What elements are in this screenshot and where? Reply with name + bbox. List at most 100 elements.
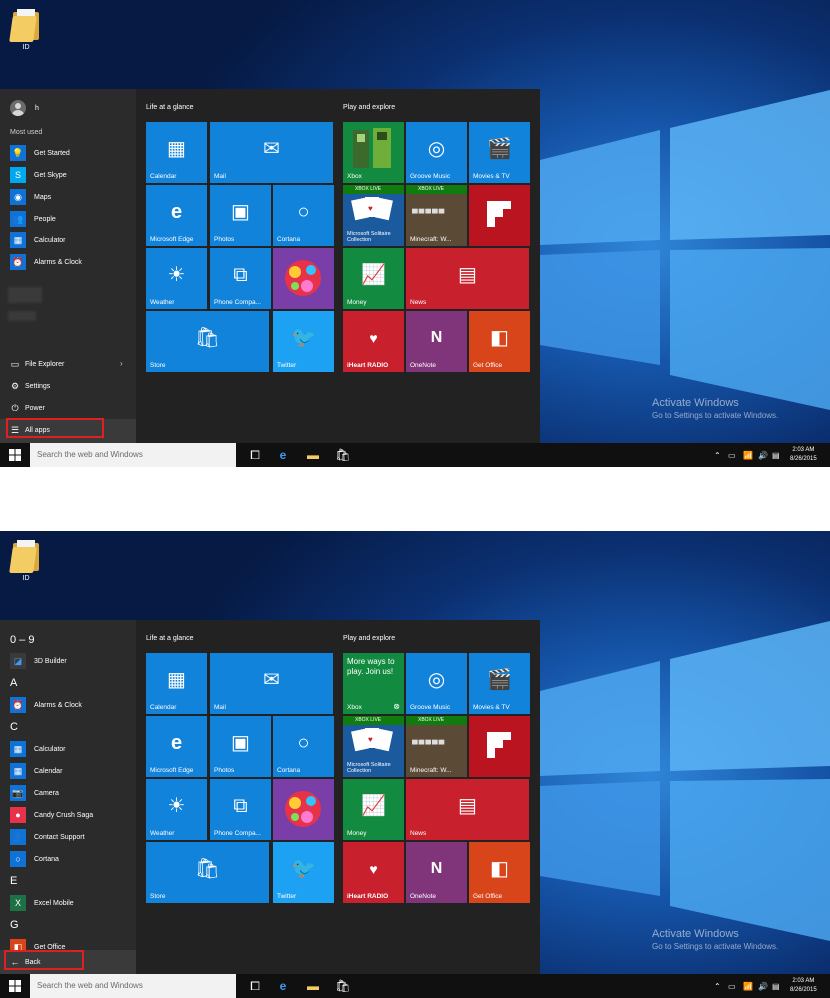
tile-solitaire[interactable]: XBOX LIVE ♥ Microsoft Solitaire Collecti…	[343, 185, 404, 246]
power-item[interactable]: ⏻ Power	[10, 401, 44, 415]
tile-photos[interactable]: ▣ Photos	[210, 185, 271, 246]
tile-edge[interactable]: e Microsoft Edge	[146, 185, 207, 246]
tray-device-icon[interactable]: ▭	[728, 974, 736, 998]
edge-taskbar-icon[interactable]: e	[268, 443, 298, 467]
tile-flipboard[interactable]	[469, 185, 530, 246]
tile-xbox[interactable]: Xbox	[343, 122, 404, 183]
tile-get-office[interactable]: ◧ Get Office	[469, 842, 530, 903]
tile-edge[interactable]: e Microsoft Edge	[146, 716, 207, 777]
app-get-skype[interactable]: S Get Skype	[10, 166, 67, 184]
wifi-icon[interactable]: 📶	[743, 443, 753, 467]
tray-chevron-up-icon[interactable]: ⌃	[714, 443, 721, 467]
tile-news[interactable]: ▤ News	[406, 779, 529, 840]
tile-iheart-radio[interactable]: ♥ iHeart RADIO	[343, 311, 404, 372]
tile-onenote[interactable]: N OneNote	[406, 311, 467, 372]
start-button[interactable]	[0, 443, 30, 467]
tile-twitter[interactable]: 🐦 Twitter	[273, 311, 334, 372]
desktop-folder-icon[interactable]: ID	[8, 537, 44, 582]
tile-candy-crush[interactable]	[273, 248, 334, 309]
volume-icon[interactable]: 🔊	[758, 443, 768, 467]
tile-phone-companion[interactable]: ⧉ Phone Compa...	[210, 248, 271, 309]
tile-store[interactable]: 🛍 Store	[146, 842, 269, 903]
app-3d-builder[interactable]: ◪ 3D Builder	[10, 652, 67, 670]
search-box[interactable]: Search the web and Windows	[30, 974, 236, 998]
tile-solitaire[interactable]: XBOX LIVE ♥ Microsoft Solitaire Collecti…	[343, 716, 404, 777]
app-calendar[interactable]: ▦ Calendar	[10, 762, 62, 780]
tile-get-office[interactable]: ◧ Get Office	[469, 311, 530, 372]
letter-header-c[interactable]: C	[10, 721, 18, 733]
app-calculator[interactable]: ▦ Calculator	[10, 740, 66, 758]
task-view-icon[interactable]: ⧠	[240, 974, 270, 998]
calendar-icon: ▦	[167, 137, 186, 160]
tile-onenote[interactable]: N OneNote	[406, 842, 467, 903]
tile-money[interactable]: 📈 Money	[343, 779, 404, 840]
app-label: Cortana	[34, 855, 59, 863]
app-contact-support[interactable]: 👤 Contact Support	[10, 828, 85, 846]
app-camera[interactable]: 📷 Camera	[10, 784, 59, 802]
action-center-icon[interactable]: ▤	[772, 443, 780, 467]
tile-money[interactable]: 📈 Money	[343, 248, 404, 309]
user-account[interactable]: h	[10, 100, 39, 116]
clock[interactable]: 2:03 AM 8/26/2015	[790, 977, 817, 995]
tile-calendar[interactable]: ▦ Calendar	[146, 122, 207, 183]
tile-movies-tv[interactable]: 🎬 Movies & TV	[469, 122, 530, 183]
task-view-icon[interactable]: ⧠	[240, 443, 270, 467]
tile-minecraft[interactable]: XBOX LIVE ▀▀▀▀▀ Minecraft: W...	[406, 185, 467, 246]
letter-header-a[interactable]: A	[10, 677, 17, 689]
tile-candy-crush[interactable]	[273, 779, 334, 840]
settings-item[interactable]: ⚙ Settings	[10, 379, 50, 393]
volume-icon[interactable]: 🔊	[758, 974, 768, 998]
desktop-folder-icon[interactable]: ID	[8, 6, 44, 51]
action-center-icon[interactable]: ▤	[772, 974, 780, 998]
tile-groove-music[interactable]: ◎ Groove Music	[406, 122, 467, 183]
flipboard-icon	[487, 201, 511, 227]
app-alarms-clock[interactable]: ⏰ Alarms & Clock	[10, 253, 82, 271]
tile-news[interactable]: ▤ News	[406, 248, 529, 309]
app-candy-crush[interactable]: ● Candy Crush Saga	[10, 806, 93, 824]
letter-header-g[interactable]: G	[10, 919, 19, 931]
letter-header-e[interactable]: E	[10, 875, 17, 887]
tile-minecraft[interactable]: XBOX LIVE ▀▀▀▀▀ Minecraft: W...	[406, 716, 467, 777]
tile-weather[interactable]: ☀ Weather	[146, 779, 207, 840]
tile-phone-companion[interactable]: ⧉ Phone Compa...	[210, 779, 271, 840]
wifi-icon[interactable]: 📶	[743, 974, 753, 998]
app-get-started[interactable]: 💡 Get Started	[10, 144, 70, 162]
tile-flipboard[interactable]	[469, 716, 530, 777]
tray-device-icon[interactable]: ▭	[728, 443, 736, 467]
tile-weather[interactable]: ☀ Weather	[146, 248, 207, 309]
tile-iheart-radio[interactable]: ♥ iHeart RADIO	[343, 842, 404, 903]
tile-photos[interactable]: ▣ Photos	[210, 716, 271, 777]
file-explorer-taskbar-icon[interactable]: ▬	[298, 974, 328, 998]
tile-mail[interactable]: ✉ Mail	[210, 653, 333, 714]
letter-header-09[interactable]: 0 – 9	[10, 634, 34, 646]
tile-cortana[interactable]: ○ Cortana	[273, 716, 334, 777]
file-explorer-item[interactable]: ▭ File Explorer	[10, 357, 65, 371]
store-taskbar-icon[interactable]: 🛍	[328, 974, 358, 998]
app-excel-mobile[interactable]: X Excel Mobile	[10, 894, 74, 912]
start-menu: h Most used 💡 Get Started S Get Skype ◉ …	[0, 89, 540, 443]
app-label: People	[34, 215, 56, 223]
search-box[interactable]: Search the web and Windows	[30, 443, 236, 467]
tile-cortana[interactable]: ○ Cortana	[273, 185, 334, 246]
candy-icon: ●	[10, 807, 26, 823]
tile-xbox[interactable]: More ways to play. Join us! ⊗ Xbox	[343, 653, 404, 714]
app-maps[interactable]: ◉ Maps	[10, 188, 51, 206]
tile-store[interactable]: 🛍 Store	[146, 311, 269, 372]
tile-movies-tv[interactable]: 🎬 Movies & TV	[469, 653, 530, 714]
start-button[interactable]	[0, 974, 30, 998]
tray-chevron-up-icon[interactable]: ⌃	[714, 974, 721, 998]
app-calculator[interactable]: ▦ Calculator	[10, 231, 66, 249]
tile-groove-music[interactable]: ◎ Groove Music	[406, 653, 467, 714]
clock[interactable]: 2:03 AM 8/26/2015	[790, 446, 817, 464]
edge-taskbar-icon[interactable]: e	[268, 974, 298, 998]
tile-calendar[interactable]: ▦ Calendar	[146, 653, 207, 714]
app-people[interactable]: 👥 People	[10, 210, 56, 228]
tile-mail[interactable]: ✉ Mail	[210, 122, 333, 183]
store-taskbar-icon[interactable]: 🛍	[328, 443, 358, 467]
file-explorer-taskbar-icon[interactable]: ▬	[298, 443, 328, 467]
chevron-right-icon[interactable]: ›	[120, 359, 123, 368]
app-alarms-clock[interactable]: ⏰ Alarms & Clock	[10, 696, 82, 714]
tile-twitter[interactable]: 🐦 Twitter	[273, 842, 334, 903]
tile-label: Phone Compa...	[214, 830, 261, 837]
app-cortana[interactable]: ○ Cortana	[10, 850, 59, 868]
